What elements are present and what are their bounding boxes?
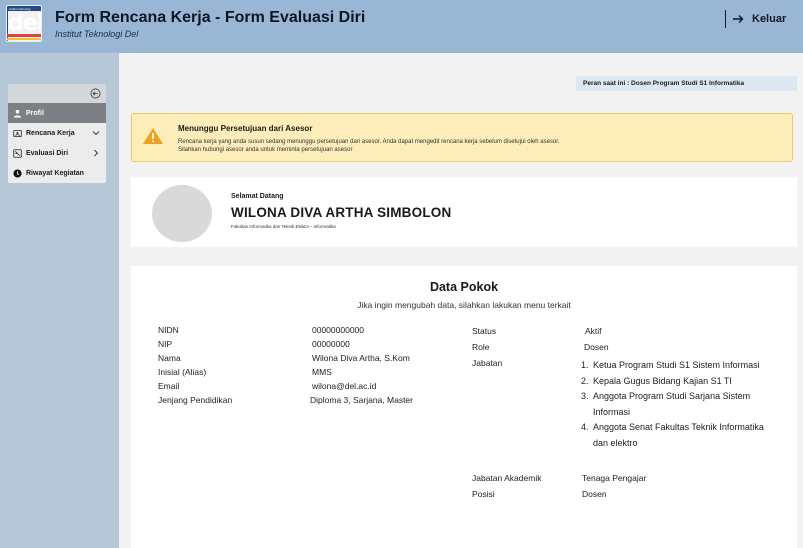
del-logo: institut teknologi del <box>6 5 42 42</box>
alert-line: Rencana kerja yang anda susun sedang men… <box>178 139 560 145</box>
sidebar-item-label: Rencana Kerja <box>26 129 75 137</box>
sidebar-item-evaluasi-diri[interactable]: Evaluasi Diri <box>8 143 106 163</box>
field-value-jenjang: Diploma 3, Sarjana, Master <box>310 395 413 405</box>
logo-stripe-red <box>7 34 41 37</box>
section-title: Data Pokok <box>429 280 499 294</box>
logout-label: Keluar <box>752 13 787 25</box>
field-label-jenjang: Jenjang Pendidikan <box>158 395 233 405</box>
list-item: 2. Kepala Gugus Bidang Kajian S1 TI <box>581 374 776 390</box>
logout-arrow-icon <box>733 15 744 23</box>
logout-button[interactable]: Keluar <box>725 10 786 28</box>
field-value-status: Aktif <box>585 326 602 336</box>
field-value-nip: 00000000 <box>312 339 350 349</box>
sidebar-item-profil[interactable]: Profil <box>8 103 106 123</box>
field-value-posisi: Dosen <box>582 489 607 499</box>
chevron-down-icon <box>92 131 100 136</box>
list-item: 4. Anggota Senat Fakultas Teknik Informa… <box>581 420 776 451</box>
field-label-role: Role <box>472 342 490 352</box>
avatar <box>152 185 212 242</box>
sidebar-item-rencana-kerja[interactable]: Rencana Kerja <box>8 123 106 143</box>
field-label-jabatan-akademik: Jabatan Akademik <box>472 473 542 483</box>
sidebar-item-label: Profil <box>26 109 44 117</box>
list-text: Ketua Program Studi S1 Sistem Informasi <box>593 360 760 370</box>
field-label-nidn: NIDN <box>158 325 179 335</box>
user-name: WILONA DIVA ARTHA SIMBOLON <box>231 205 452 220</box>
list-number: 1. <box>581 360 589 370</box>
field-value-email: wilona@del.ac.id <box>312 381 377 391</box>
current-role-badge: Peran saat ini : Dosen Program Studi S1 … <box>576 76 797 91</box>
sidebar-menu: Profil Rencana Kerja Evaluasi Diri Riway… <box>8 84 106 183</box>
user-icon <box>13 109 22 118</box>
sidebar-item-riwayat-kegiatan[interactable]: Riwayat Kegiatan <box>8 163 106 183</box>
list-item: 1. Ketua Program Studi S1 Sistem Informa… <box>581 358 776 374</box>
field-label-posisi: Posisi <box>472 489 495 499</box>
evaluation-icon <box>13 148 22 158</box>
alert-line: Silahkan hubungi asesor anda untuk memin… <box>178 147 353 153</box>
list-number: 4. <box>581 422 589 432</box>
list-item: 3. Anggota Program Studi Sarjana Sistem … <box>581 389 776 420</box>
field-label-jabatan: Jabatan <box>472 358 503 368</box>
list-number: 2. <box>581 375 589 386</box>
user-faculty: Fakultas Informatika dan Teknik Elektro … <box>231 224 336 229</box>
clipboard-icon <box>13 129 22 137</box>
app-header: institut teknologi del Form Rencana Kerj… <box>0 0 803 53</box>
clock-icon <box>13 168 22 178</box>
list-text: Anggota Senat Fakultas Teknik Informatik… <box>593 422 764 448</box>
field-value-jabatan-akademik: Tenaga Pengajar <box>582 473 647 483</box>
list-text: Kepala Gugus Bidang Kajian S1 TI <box>593 375 732 386</box>
data-pokok-card: Data Pokok Jika ingin mengubah data, sil… <box>131 266 797 548</box>
welcome-card: Selamat Datang WILONA DIVA ARTHA SIMBOLO… <box>131 177 797 247</box>
field-value-nama: Wilona Diva Artha, S.Kom <box>312 353 410 363</box>
field-label-nip: NIP <box>158 339 173 349</box>
field-label-inisial: Inisial (Alias) <box>158 367 207 377</box>
alert-message: Rencana kerja yang anda susun sedang men… <box>178 138 778 154</box>
page-subtitle: Institut Teknologi Del <box>55 29 139 39</box>
logo-stripe-yellow <box>7 38 41 40</box>
sidebar-item-label: Riwayat Kegiatan <box>26 169 84 177</box>
approval-alert: Menunggu Persetujuan dari Asesor Rencana… <box>131 113 793 162</box>
field-value-nidn: 00000000000 <box>312 325 365 335</box>
jabatan-list: 1. Ketua Program Studi S1 Sistem Informa… <box>581 358 776 451</box>
field-label-nama: Nama <box>158 353 181 363</box>
section-subtitle: Jika ingin mengubah data, silahkan lakuk… <box>357 300 571 310</box>
list-number: 3. <box>581 391 589 401</box>
field-label-status: Status <box>472 326 497 336</box>
welcome-label: Selamat Datang <box>231 193 284 200</box>
chevron-right-icon <box>94 149 99 157</box>
sidebar-item-label: Evaluasi Diri <box>26 149 69 157</box>
page-title: Form Rencana Kerja - Form Evaluasi Diri <box>55 9 366 26</box>
field-value-inisial: MMS <box>312 367 332 377</box>
list-text: Anggota Program Studi Sarjana Sistem Inf… <box>593 391 751 417</box>
alert-title: Menunggu Persetujuan dari Asesor <box>178 124 313 133</box>
sidebar-collapse-button[interactable] <box>8 84 106 103</box>
collapse-arrow-icon <box>90 88 101 99</box>
warning-icon <box>143 128 163 144</box>
field-label-email: Email <box>158 381 180 391</box>
field-value-role: Dosen <box>584 342 609 352</box>
